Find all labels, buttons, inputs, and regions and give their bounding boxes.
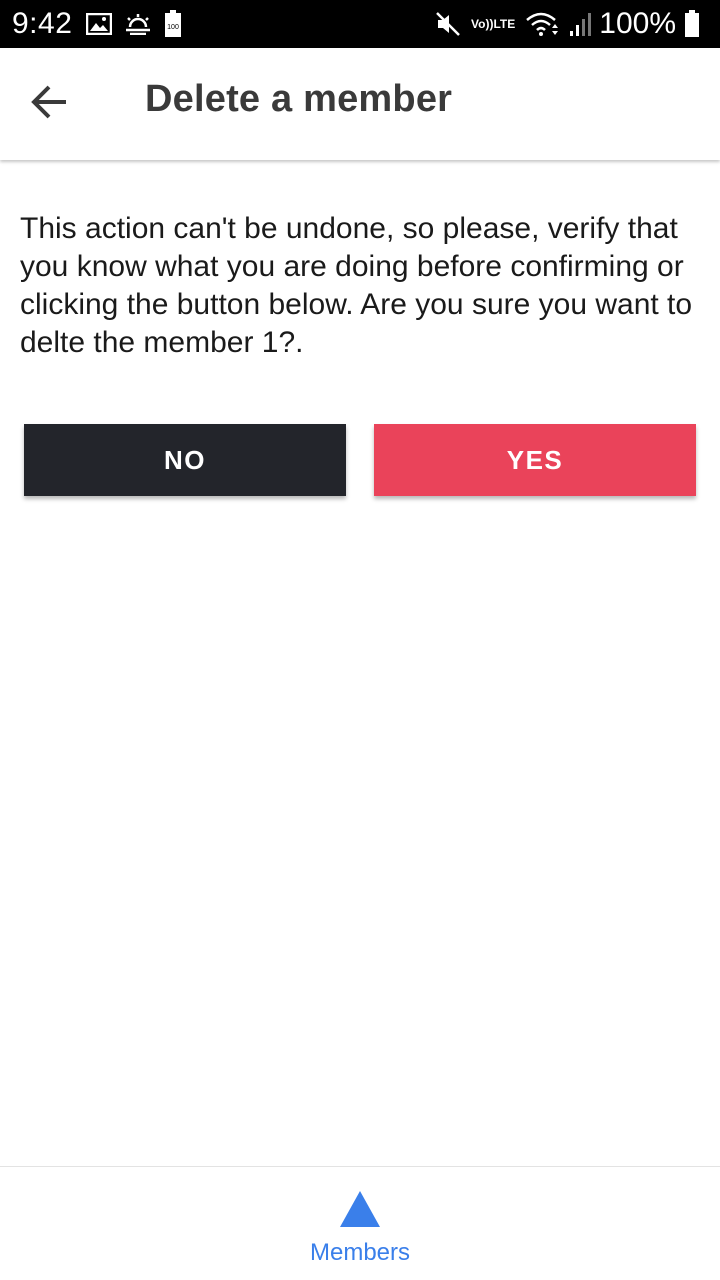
battery-percent: 100%: [599, 7, 676, 40]
battery-icon: [684, 10, 700, 38]
screen: 9:42 100 Vo)) LTE 100% Delete a member T…: [0, 0, 720, 1280]
yes-button[interactable]: YES: [374, 424, 696, 496]
volte-icon: Vo)) LTE: [471, 18, 515, 30]
image-icon: [86, 13, 113, 35]
page-title: Delete a member: [145, 78, 453, 120]
nav-label-members: Members: [309, 1239, 411, 1266]
back-button[interactable]: [22, 76, 78, 132]
arrow-back-icon: [30, 84, 70, 125]
wifi-icon: [525, 11, 559, 37]
app-bar: Delete a member: [0, 48, 720, 160]
status-time: 9:42: [12, 7, 73, 40]
volte-top: Vo)): [471, 17, 494, 31]
battery-saver-badge: 100: [168, 24, 180, 31]
status-bar-right: Vo)) LTE 100%: [433, 7, 708, 41]
no-button[interactable]: NO: [24, 424, 346, 496]
weather-icon: [124, 13, 152, 35]
battery-saver-icon: 100: [164, 10, 182, 38]
signal-icon: [569, 11, 592, 37]
nav-item-members[interactable]: Members: [290, 1181, 430, 1275]
status-bar: 9:42 100 Vo)) LTE 100%: [0, 0, 720, 48]
volte-bottom: LTE: [493, 17, 516, 31]
bottom-navigation: Members: [0, 1166, 720, 1280]
confirmation-message: This action can't be undone, so please, …: [20, 212, 693, 359]
status-bar-left: 9:42 100: [12, 7, 194, 41]
mute-icon: [435, 11, 461, 37]
triangle-icon: [340, 1191, 380, 1227]
